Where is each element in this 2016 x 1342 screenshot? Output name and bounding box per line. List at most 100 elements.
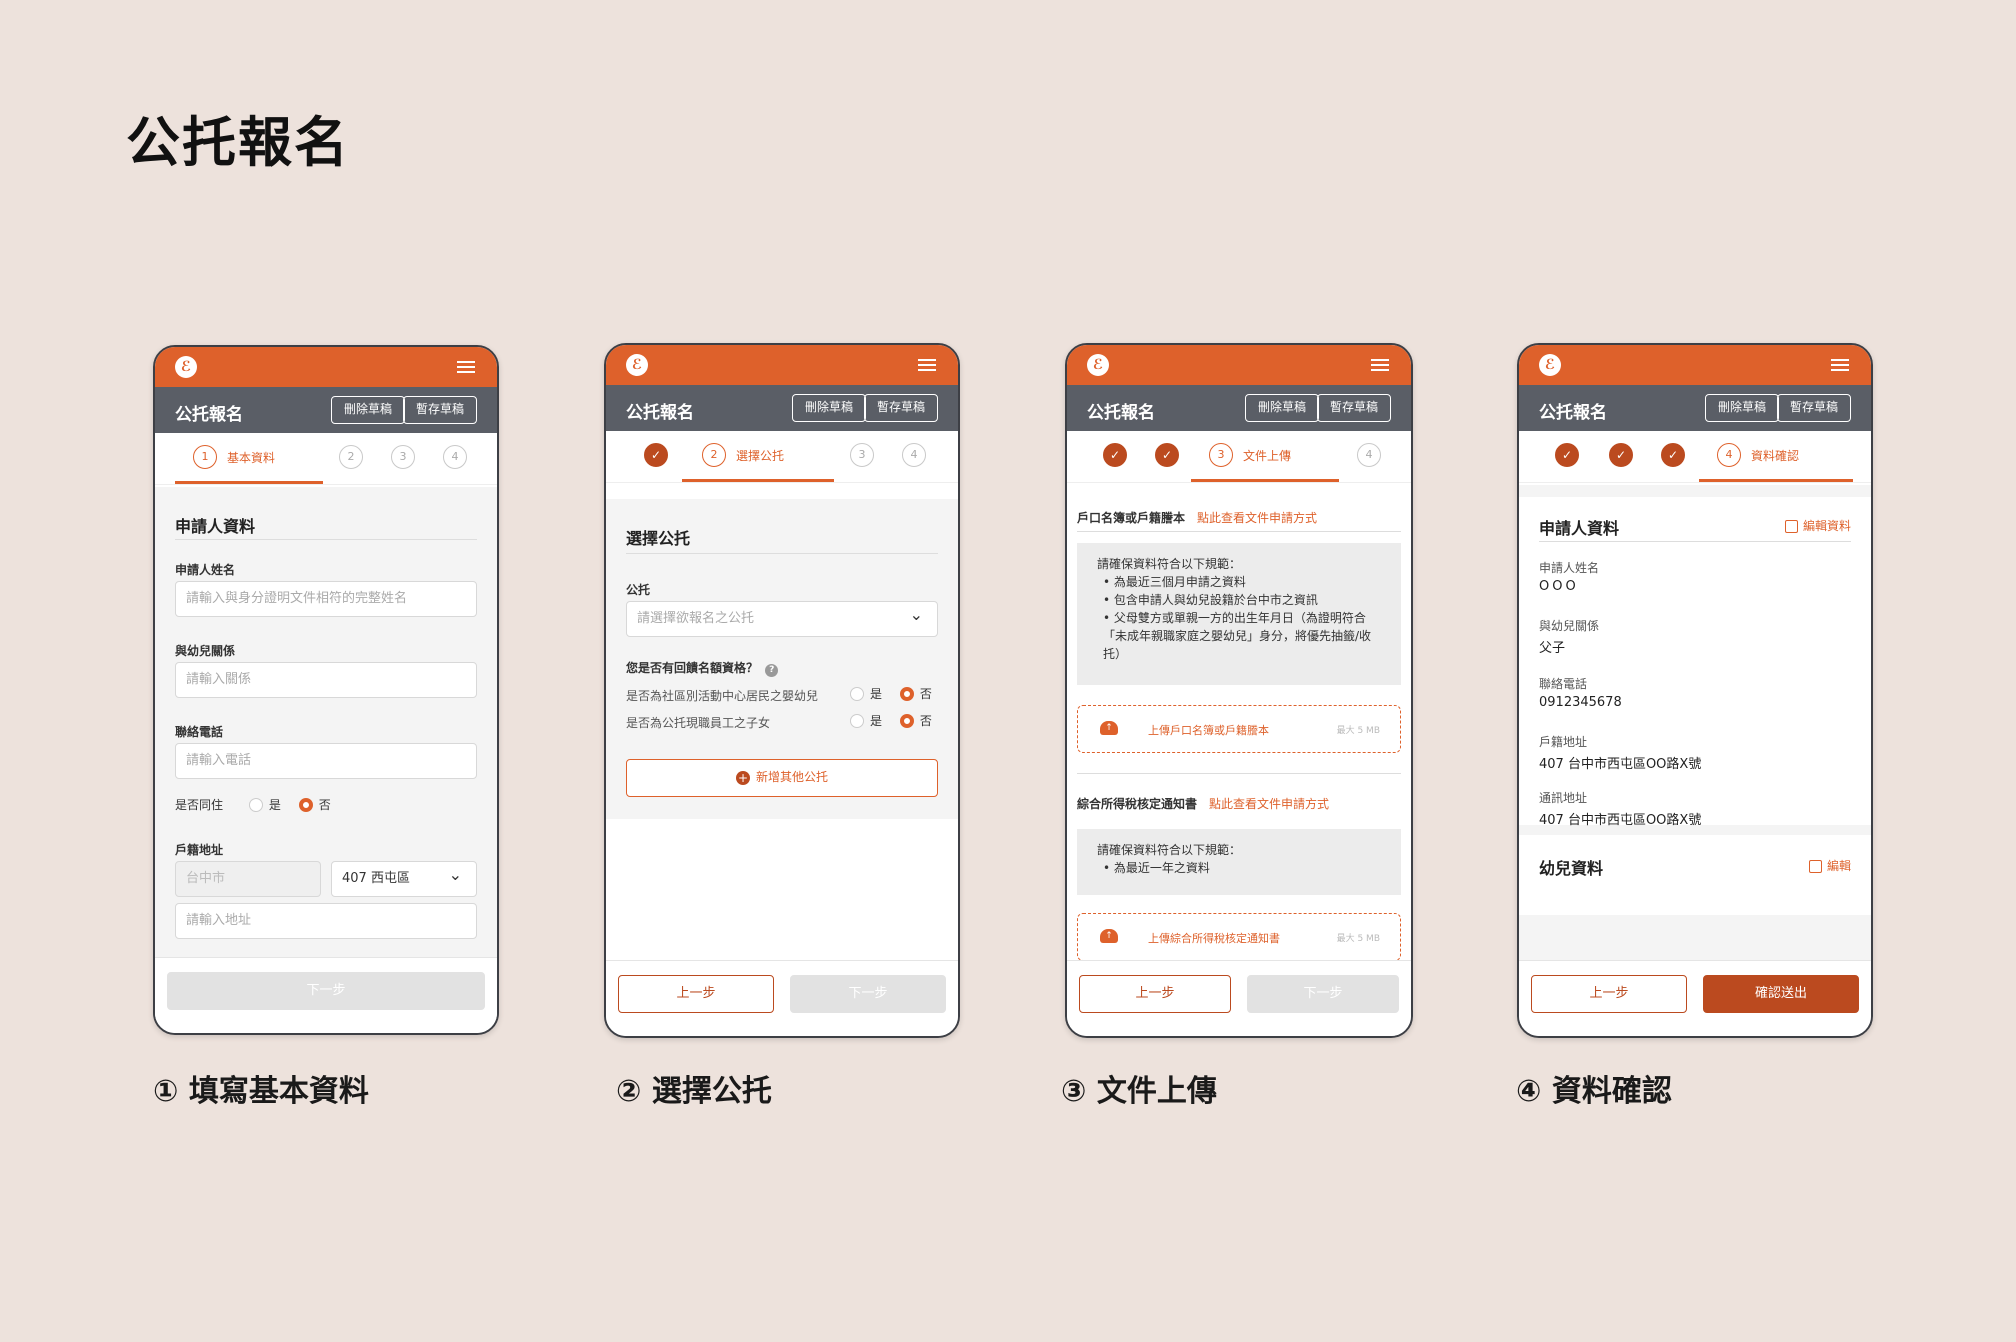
save-draft-button[interactable]: 暫存草稿 [402, 396, 477, 424]
q2-no-radio[interactable] [899, 713, 914, 728]
delete-draft-button[interactable]: 刪除草稿 [1244, 394, 1319, 422]
radio-label: 是 [268, 798, 281, 812]
edit-icon [1784, 520, 1798, 533]
step-number: 4 [1357, 443, 1381, 467]
hamburger-menu-icon[interactable] [918, 359, 936, 371]
edit-child-link[interactable]: 編輯 [1808, 857, 1851, 874]
edit-label: 編輯資料 [1802, 519, 1851, 533]
upload-cloud-icon: ↑ [1100, 721, 1118, 735]
delete-draft-button[interactable]: 刪除草稿 [1704, 394, 1779, 422]
q2-yes-radio[interactable] [850, 713, 864, 728]
address-input[interactable]: 請輸入地址 [175, 903, 477, 939]
prev-button[interactable]: 上一步 [618, 975, 774, 1013]
check-icon: ✓ [644, 443, 668, 467]
edit-applicant-link[interactable]: 編輯資料 [1784, 517, 1851, 534]
check-icon: ✓ [1609, 443, 1633, 467]
field-value: 407 台中市西屯區OO路X號 [1539, 813, 1702, 828]
add-daycare-button[interactable]: + 新增其他公托 [626, 759, 938, 797]
section-title: 申請人資料 [175, 517, 256, 536]
step-3: 3 [391, 445, 415, 469]
priority-label: 您是否有回饋名額資格？ ? [626, 659, 779, 677]
doc1-title: 戶口名簿或戶籍謄本 點此查看文件申請方式 [1077, 509, 1317, 526]
chevron-down-icon: ⌄ [448, 865, 462, 884]
address-label: 戶籍地址 [175, 843, 224, 857]
phone-screen-document-upload: ℰ 公托報名 刪除草稿 暫存草稿 ✓ ✓ 3 文件上傳 4 戶口名簿或戶籍謄本點… [1065, 343, 1413, 1038]
caption-step-1: ① 填寫基本資料 [153, 1074, 369, 1109]
max-size-label: 最大 5 MB [1336, 934, 1380, 944]
field-value: 父子 [1539, 641, 1566, 656]
step-number: 4 [443, 445, 467, 469]
field-value: OOO [1539, 579, 1579, 594]
next-button[interactable]: 下一步 [1247, 975, 1399, 1013]
cohabit-no-radio[interactable] [298, 797, 313, 812]
step-4: 4 [902, 443, 926, 467]
page-title: 公托報名 [126, 111, 350, 174]
district-select[interactable]: 407 西屯區 ⌄ [331, 861, 477, 897]
phone-input[interactable]: 請輸入電話 [175, 743, 477, 779]
radio-label: 是 [870, 714, 883, 728]
title-bar: 公托報名 刪除草稿 暫存草稿 [1067, 385, 1411, 431]
review-content: 申請人資料 編輯資料 申請人姓名 OOO 與幼兒關係 父子 聯絡電話 09123… [1519, 485, 1871, 960]
q1-no-radio[interactable] [899, 686, 914, 701]
phone-label: 聯絡電話 [175, 725, 224, 739]
prev-button[interactable]: 上一步 [1531, 975, 1687, 1013]
rule-item: 為最近三個月申請之資料 [1103, 573, 1381, 591]
step-number: 4 [902, 443, 926, 467]
app-title: 公托報名 [626, 403, 694, 423]
hamburger-menu-icon[interactable] [457, 361, 475, 373]
step-number: 1 [193, 445, 217, 469]
stepper: ✓ 2 選擇公托 3 4 [606, 431, 958, 483]
radio-label: 否 [318, 798, 331, 812]
name-label: 申請人姓名 [175, 563, 236, 577]
field-label: 申請人姓名 [1539, 561, 1600, 575]
logo-icon: ℰ [1087, 354, 1109, 376]
app-title: 公托報名 [1539, 403, 1607, 423]
name-input[interactable]: 請輸入與身分證明文件相符的完整姓名 [175, 581, 477, 617]
doc1-title-text: 戶口名簿或戶籍謄本 [1077, 511, 1186, 525]
doc1-note-title: 請確保資料符合以下規範： [1097, 557, 1242, 571]
doc2-title-text: 綜合所得稅核定通知書 [1077, 797, 1198, 811]
cohabit-yes-radio[interactable] [248, 797, 263, 812]
stepper: ✓ ✓ 3 文件上傳 4 [1067, 431, 1411, 483]
radio-label: 否 [919, 714, 932, 728]
radio-label: 是 [870, 687, 883, 701]
q2-radios: 是 否 [850, 712, 932, 729]
doc2-help-link[interactable]: 點此查看文件申請方式 [1209, 797, 1329, 811]
field-value: 407 台中市西屯區OO路X號 [1539, 757, 1702, 772]
rule-item: 父母雙方或單親一方的出生年月日（為證明符合「未成年親職家庭之嬰幼兒」身分，將優先… [1103, 609, 1381, 663]
confirm-submit-button[interactable]: 確認送出 [1703, 975, 1859, 1013]
delete-draft-button[interactable]: 刪除草稿 [791, 394, 866, 422]
save-draft-button[interactable]: 暫存草稿 [1316, 394, 1391, 422]
prev-button[interactable]: 上一步 [1079, 975, 1231, 1013]
footer: 上一步 確認送出 [1519, 960, 1871, 1036]
divider [626, 553, 938, 554]
q2-label: 是否為公托現職員工之子女 [626, 716, 771, 730]
hamburger-menu-icon[interactable] [1831, 359, 1849, 371]
doc1-upload-dropzone[interactable]: ↑ 上傳戶口名簿或戶籍謄本 最大 5 MB [1077, 705, 1401, 753]
next-button[interactable]: 下一步 [790, 975, 946, 1013]
step-label: 選擇公托 [736, 448, 785, 463]
caption-step-2: ② 選擇公托 [616, 1074, 772, 1109]
daycare-select[interactable]: 請選擇欲報名之公托 ⌄ [626, 601, 938, 637]
doc2-upload-dropzone[interactable]: ↑ 上傳綜合所得稅核定通知書 最大 5 MB [1077, 913, 1401, 960]
doc1-help-link[interactable]: 點此查看文件申請方式 [1197, 511, 1317, 525]
stepper: 1 基本資料 2 3 4 [155, 433, 497, 485]
relation-input[interactable]: 請輸入關係 [175, 662, 477, 698]
applicant-panel: 申請人資料 編輯資料 申請人姓名 OOO 與幼兒關係 父子 聯絡電話 09123… [1519, 497, 1871, 828]
field-value: 0912345678 [1539, 695, 1622, 710]
hamburger-menu-icon[interactable] [1371, 359, 1389, 371]
q1-yes-radio[interactable] [850, 686, 864, 701]
step-4: 4 [443, 445, 467, 469]
save-draft-button[interactable]: 暫存草稿 [863, 394, 938, 422]
form-content: 選擇公托 公托 請選擇欲報名之公托 ⌄ 您是否有回饋名額資格？ ? 是否為社區別… [606, 485, 958, 960]
caption-step-3: ③ 文件上傳 [1061, 1074, 1217, 1109]
footer: 上一步 下一步 [606, 960, 958, 1036]
next-button[interactable]: 下一步 [167, 972, 485, 1010]
delete-draft-button[interactable]: 刪除草稿 [330, 396, 405, 424]
step-1-done: ✓ [1555, 443, 1579, 467]
help-icon[interactable]: ? [765, 664, 779, 677]
save-draft-button[interactable]: 暫存草稿 [1776, 394, 1851, 422]
step-number: 2 [702, 443, 726, 467]
child-panel: 幼兒資料 編輯 [1519, 835, 1871, 915]
daycare-label: 公托 [626, 583, 651, 597]
